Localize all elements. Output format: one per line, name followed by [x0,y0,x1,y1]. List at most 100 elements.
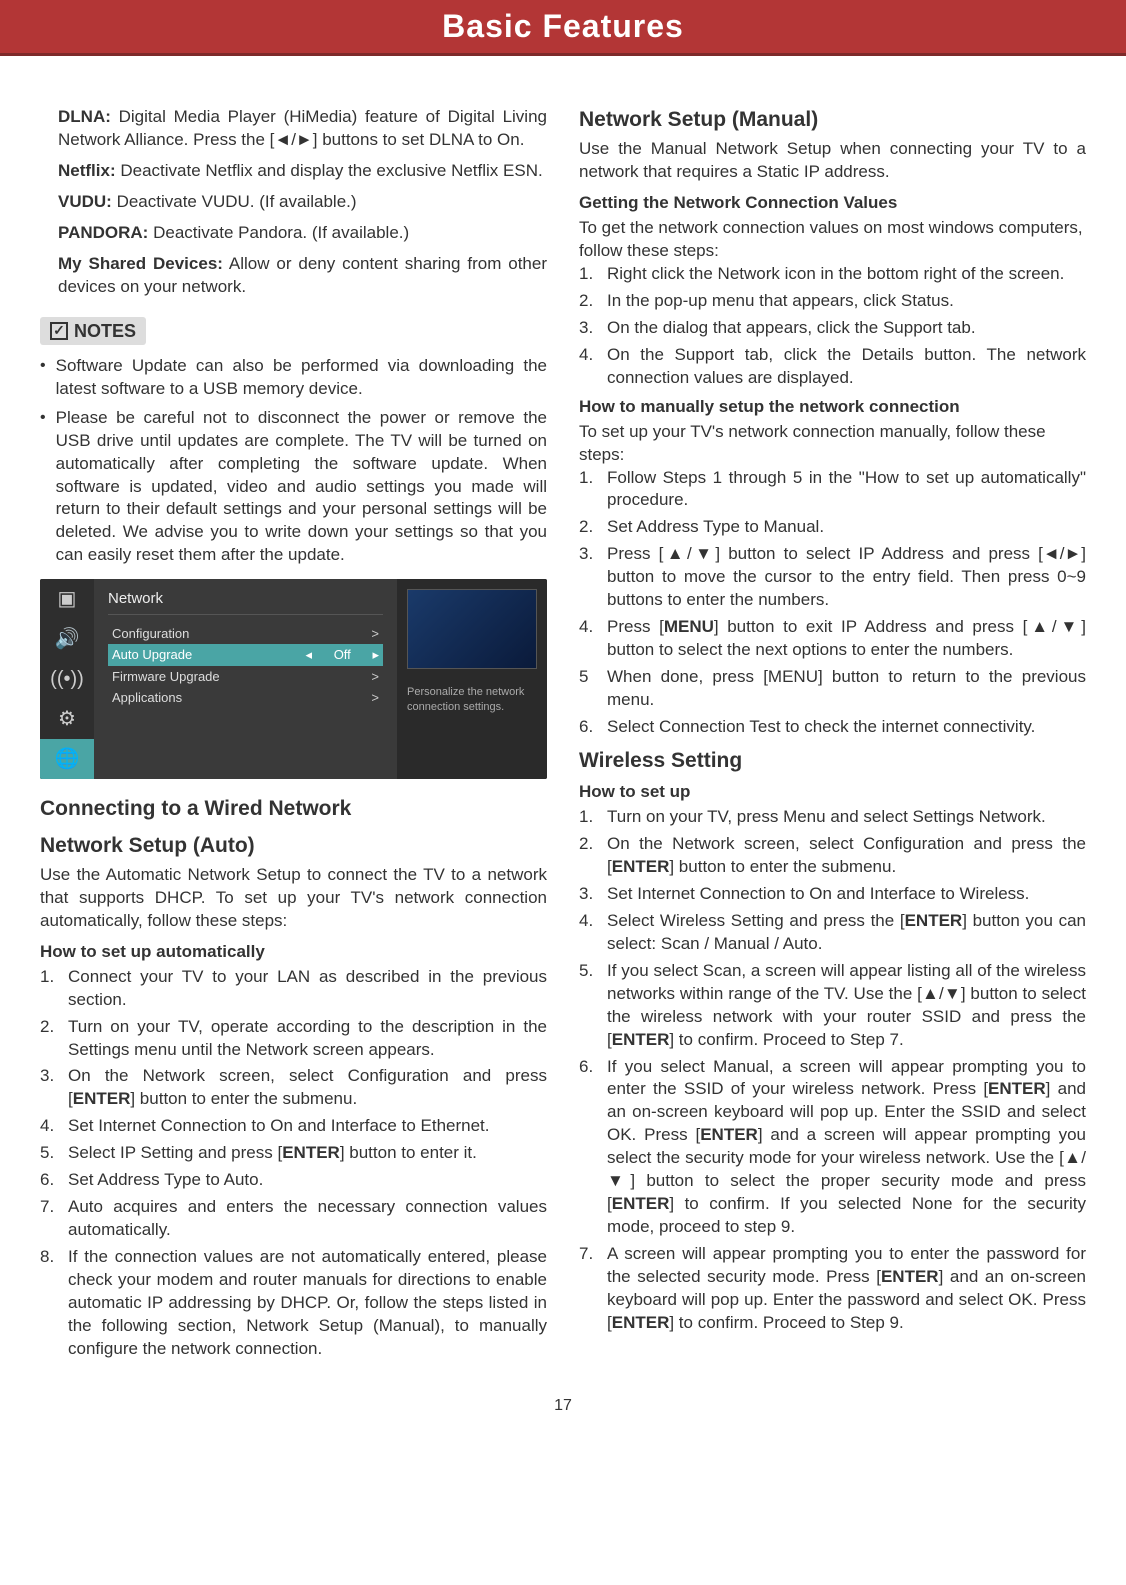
step-text: Turn on your TV, operate according to th… [68,1016,547,1062]
auto-step-4: 4.Set Internet Connection to On and Inte… [40,1115,547,1138]
note-2: •Please be careful not to disconnect the… [40,407,547,568]
man-step-4: 4.Press [MENU] button to exit IP Address… [579,616,1086,662]
man-step-6: 6.Select Connection Test to check the in… [579,716,1086,739]
auto-step-8: 8.If the connection values are not autom… [40,1246,547,1361]
step-text: Select Wireless Setting and press the [E… [607,910,1086,956]
w-step-6: 6.If you select Manual, a screen will ap… [579,1056,1086,1240]
shared-para: My Shared Devices: Allow or deny content… [40,253,547,299]
chevron-right-icon: > [371,668,379,686]
step-text: If the connection values are not automat… [68,1246,547,1361]
step-text: Connect your TV to your LAN as described… [68,966,547,1012]
w-step-2: 2.On the Network screen, select Configur… [579,833,1086,879]
w-step-1: 1.Turn on your TV, press Menu and select… [579,806,1086,829]
gv-step-2: 2.In the pop-up menu that appears, click… [579,290,1086,313]
content-area: DLNA: Digital Media Player (HiMedia) fea… [0,56,1126,1385]
step-text: Set Address Type to Auto. [68,1169,547,1192]
heading-manually: How to manually setup the network connec… [579,396,1086,419]
dlna-text: Digital Media Player (HiMedia) feature o… [58,107,547,149]
off-value: Off [334,647,351,662]
w-step-4: 4.Select Wireless Setting and press the … [579,910,1086,956]
bullet-icon: • [40,355,56,401]
step-text: Set Internet Connection to On and Interf… [607,883,1086,906]
man-step-5: 5When done, press [MENU] button to retur… [579,666,1086,712]
auto-step-6: 6.Set Address Type to Auto. [40,1169,547,1192]
notes-label: NOTES [74,319,136,343]
pandora-text: Deactivate Pandora. (If available.) [148,223,409,242]
auto-step-7: 7.Auto acquires and enters the necessary… [40,1196,547,1242]
menu-row-label: Auto Upgrade [112,646,192,664]
heading-manual: Network Setup (Manual) [579,106,1086,134]
heading-wireless: Wireless Setting [579,747,1086,775]
step-text: On the Network screen, select Configurat… [68,1065,547,1111]
heading-auto: Network Setup (Auto) [40,832,547,860]
chevron-right-icon: > [371,689,379,707]
gv-step-3: 3.On the dialog that appears, click the … [579,317,1086,340]
chevron-right-icon: > [371,625,379,643]
menu-row-label: Firmware Upgrade [112,668,220,686]
pandora-para: PANDORA: Deactivate Pandora. (If availab… [40,222,547,245]
menu-row-configuration: Configuration > [108,623,383,645]
step-text: Press [▲/▼] button to select IP Address … [607,543,1086,612]
tv-menu-screenshot: ▣ 🔊 ((•)) ⚙ 🌐 Network Configuration> Aut… [40,579,547,779]
man-step-2: 2.Set Address Type to Manual. [579,516,1086,539]
step-text: Follow Steps 1 through 5 in the "How to … [607,467,1086,513]
netflix-label: Netflix: [58,161,116,180]
getvalues-intro: To get the network connection values on … [579,217,1086,263]
step-text: Press [MENU] button to exit IP Address a… [607,616,1086,662]
step-text: Auto acquires and enters the necessary c… [68,1196,547,1242]
step-text: On the dialog that appears, click the Su… [607,317,1086,340]
w-step-3: 3.Set Internet Connection to On and Inte… [579,883,1086,906]
picture-icon: ▣ [40,579,94,619]
menu-value: ◂ Off ▸ [305,646,379,664]
right-column: Network Setup (Manual) Use the Manual Ne… [579,106,1086,1365]
gear-icon: ⚙ [40,699,94,739]
dlna-para: DLNA: Digital Media Player (HiMedia) fea… [40,106,547,152]
dlna-label: DLNA: [58,107,111,126]
menu-row-label: Applications [112,689,182,707]
gv-step-1: 1.Right click the Network icon in the bo… [579,263,1086,286]
menu-main: Network Configuration > Auto Upgrade ◂ Off… [94,579,397,779]
step-text: Select Connection Test to check the inte… [607,716,1086,739]
heading-wired: Connecting to a Wired Network [40,795,547,823]
step-text: A screen will appear prompting you to en… [607,1243,1086,1335]
manual-intro: Use the Manual Network Setup when connec… [579,138,1086,184]
step-text: On the Support tab, click the Details bu… [607,344,1086,390]
netflix-text: Deactivate Netflix and display the exclu… [116,161,543,180]
note-2-text: Please be careful not to disconnect the … [56,407,547,568]
globe-icon: 🌐 [40,739,94,779]
menu-description: Personalize the network connection setti… [407,685,537,714]
heading-howsetup: How to set up [579,781,1086,804]
auto-step-2: 2.Turn on your TV, operate according to … [40,1016,547,1062]
how-auto-heading: How to set up automatically [40,941,547,964]
menu-title: Network [108,589,383,614]
gv-step-4: 4.On the Support tab, click the Details … [579,344,1086,390]
auto-step-1: 1.Connect your TV to your LAN as describ… [40,966,547,1012]
heading-getvalues: Getting the Network Connection Values [579,192,1086,215]
sound-icon: 🔊 [40,619,94,659]
man-step-1: 1.Follow Steps 1 through 5 in the "How t… [579,467,1086,513]
step-text: In the pop-up menu that appears, click S… [607,290,1086,313]
page-header: Basic Features [0,0,1126,56]
left-column: DLNA: Digital Media Player (HiMedia) fea… [40,106,547,1365]
menu-row-firmware: Firmware Upgrade > [108,666,383,688]
pandora-label: PANDORA: [58,223,148,242]
menu-thumbnail [407,589,537,669]
note-1: •Software Update can also be performed v… [40,355,547,401]
w-step-5: 5.If you select Scan, a screen will appe… [579,960,1086,1052]
auto-step-3: 3.On the Network screen, select Configur… [40,1065,547,1111]
menu-preview-pane: Personalize the network connection setti… [397,579,547,779]
note-1-text: Software Update can also be performed vi… [56,355,547,401]
menu-row-label: Configuration [112,625,189,643]
vudu-para: VUDU: Deactivate VUDU. (If available.) [40,191,547,214]
step-text: If you select Scan, a screen will appear… [607,960,1086,1052]
shared-label: My Shared Devices: [58,254,223,273]
step-text: Set Internet Connection to On and Interf… [68,1115,547,1138]
step-text: When done, press [MENU] button to return… [607,666,1086,712]
bullet-icon: • [40,407,56,568]
auto-step-5: 5.Select IP Setting and press [ENTER] bu… [40,1142,547,1165]
step-text: If you select Manual, a screen will appe… [607,1056,1086,1240]
step-text: Right click the Network icon in the bott… [607,263,1086,286]
page-number: 17 [0,1385,1126,1435]
menu-row-applications: Applications > [108,687,383,709]
notes-badge: ✓ NOTES [40,317,146,345]
